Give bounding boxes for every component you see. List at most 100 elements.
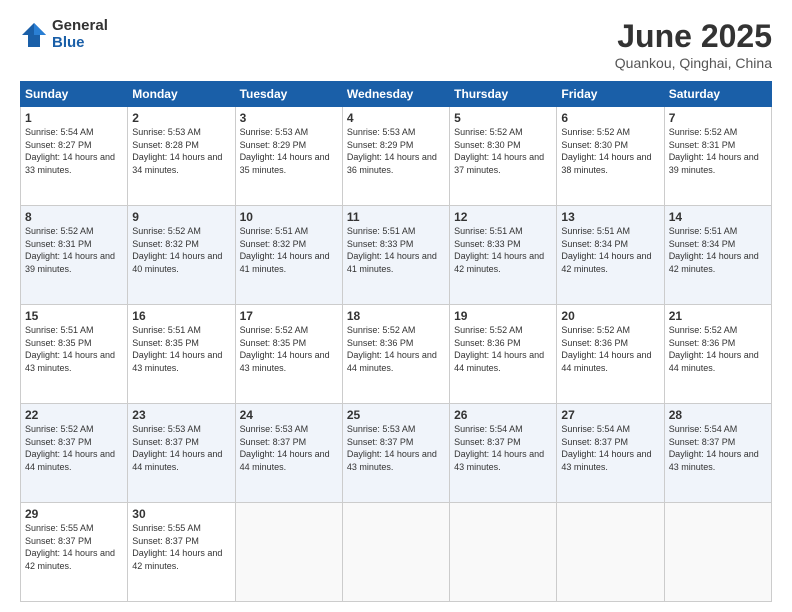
day-info: Sunrise: 5:52 AMSunset: 8:31 PMDaylight:…	[669, 127, 759, 175]
day-number: 5	[454, 111, 552, 125]
calendar-row: 8 Sunrise: 5:52 AMSunset: 8:31 PMDayligh…	[21, 206, 772, 305]
day-info: Sunrise: 5:52 AMSunset: 8:30 PMDaylight:…	[454, 127, 544, 175]
day-info: Sunrise: 5:52 AMSunset: 8:37 PMDaylight:…	[25, 424, 115, 472]
table-row	[450, 503, 557, 602]
table-row: 2 Sunrise: 5:53 AMSunset: 8:28 PMDayligh…	[128, 107, 235, 206]
day-number: 10	[240, 210, 338, 224]
day-info: Sunrise: 5:52 AMSunset: 8:36 PMDaylight:…	[669, 325, 759, 373]
table-row: 5 Sunrise: 5:52 AMSunset: 8:30 PMDayligh…	[450, 107, 557, 206]
day-info: Sunrise: 5:53 AMSunset: 8:37 PMDaylight:…	[347, 424, 437, 472]
header-tuesday: Tuesday	[235, 82, 342, 107]
day-number: 19	[454, 309, 552, 323]
day-number: 28	[669, 408, 767, 422]
day-info: Sunrise: 5:54 AMSunset: 8:27 PMDaylight:…	[25, 127, 115, 175]
table-row: 26 Sunrise: 5:54 AMSunset: 8:37 PMDaylig…	[450, 404, 557, 503]
logo-general: General	[52, 18, 108, 35]
day-info: Sunrise: 5:53 AMSunset: 8:29 PMDaylight:…	[240, 127, 330, 175]
header-wednesday: Wednesday	[342, 82, 449, 107]
table-row: 24 Sunrise: 5:53 AMSunset: 8:37 PMDaylig…	[235, 404, 342, 503]
day-info: Sunrise: 5:54 AMSunset: 8:37 PMDaylight:…	[669, 424, 759, 472]
header-row: Sunday Monday Tuesday Wednesday Thursday…	[21, 82, 772, 107]
table-row: 27 Sunrise: 5:54 AMSunset: 8:37 PMDaylig…	[557, 404, 664, 503]
table-row	[235, 503, 342, 602]
day-number: 7	[669, 111, 767, 125]
table-row: 11 Sunrise: 5:51 AMSunset: 8:33 PMDaylig…	[342, 206, 449, 305]
table-row: 13 Sunrise: 5:51 AMSunset: 8:34 PMDaylig…	[557, 206, 664, 305]
day-number: 27	[561, 408, 659, 422]
day-number: 14	[669, 210, 767, 224]
day-info: Sunrise: 5:55 AMSunset: 8:37 PMDaylight:…	[25, 523, 115, 571]
table-row	[664, 503, 771, 602]
day-info: Sunrise: 5:51 AMSunset: 8:34 PMDaylight:…	[669, 226, 759, 274]
table-row: 15 Sunrise: 5:51 AMSunset: 8:35 PMDaylig…	[21, 305, 128, 404]
subtitle: Quankou, Qinghai, China	[615, 55, 772, 71]
day-number: 23	[132, 408, 230, 422]
top-section: General Blue June 2025 Quankou, Qinghai,…	[20, 18, 772, 71]
header-thursday: Thursday	[450, 82, 557, 107]
day-number: 1	[25, 111, 123, 125]
table-row: 1 Sunrise: 5:54 AMSunset: 8:27 PMDayligh…	[21, 107, 128, 206]
day-number: 13	[561, 210, 659, 224]
calendar-row: 1 Sunrise: 5:54 AMSunset: 8:27 PMDayligh…	[21, 107, 772, 206]
day-number: 30	[132, 507, 230, 521]
logo-icon	[20, 21, 48, 49]
day-info: Sunrise: 5:52 AMSunset: 8:30 PMDaylight:…	[561, 127, 651, 175]
day-info: Sunrise: 5:51 AMSunset: 8:35 PMDaylight:…	[132, 325, 222, 373]
day-number: 29	[25, 507, 123, 521]
day-info: Sunrise: 5:53 AMSunset: 8:29 PMDaylight:…	[347, 127, 437, 175]
calendar-body: 1 Sunrise: 5:54 AMSunset: 8:27 PMDayligh…	[21, 107, 772, 602]
day-number: 26	[454, 408, 552, 422]
header-sunday: Sunday	[21, 82, 128, 107]
logo-text: General Blue	[52, 18, 108, 51]
day-info: Sunrise: 5:52 AMSunset: 8:36 PMDaylight:…	[561, 325, 651, 373]
day-number: 4	[347, 111, 445, 125]
table-row: 29 Sunrise: 5:55 AMSunset: 8:37 PMDaylig…	[21, 503, 128, 602]
day-number: 11	[347, 210, 445, 224]
calendar-header: Sunday Monday Tuesday Wednesday Thursday…	[21, 82, 772, 107]
day-number: 25	[347, 408, 445, 422]
table-row: 4 Sunrise: 5:53 AMSunset: 8:29 PMDayligh…	[342, 107, 449, 206]
table-row: 3 Sunrise: 5:53 AMSunset: 8:29 PMDayligh…	[235, 107, 342, 206]
day-info: Sunrise: 5:51 AMSunset: 8:32 PMDaylight:…	[240, 226, 330, 274]
day-info: Sunrise: 5:53 AMSunset: 8:37 PMDaylight:…	[240, 424, 330, 472]
table-row: 23 Sunrise: 5:53 AMSunset: 8:37 PMDaylig…	[128, 404, 235, 503]
calendar-row: 15 Sunrise: 5:51 AMSunset: 8:35 PMDaylig…	[21, 305, 772, 404]
day-number: 12	[454, 210, 552, 224]
table-row: 14 Sunrise: 5:51 AMSunset: 8:34 PMDaylig…	[664, 206, 771, 305]
calendar: Sunday Monday Tuesday Wednesday Thursday…	[20, 81, 772, 602]
logo-blue: Blue	[52, 35, 108, 52]
day-info: Sunrise: 5:52 AMSunset: 8:36 PMDaylight:…	[454, 325, 544, 373]
table-row: 6 Sunrise: 5:52 AMSunset: 8:30 PMDayligh…	[557, 107, 664, 206]
day-info: Sunrise: 5:53 AMSunset: 8:37 PMDaylight:…	[132, 424, 222, 472]
header-monday: Monday	[128, 82, 235, 107]
day-info: Sunrise: 5:51 AMSunset: 8:33 PMDaylight:…	[454, 226, 544, 274]
day-number: 16	[132, 309, 230, 323]
table-row: 25 Sunrise: 5:53 AMSunset: 8:37 PMDaylig…	[342, 404, 449, 503]
day-info: Sunrise: 5:53 AMSunset: 8:28 PMDaylight:…	[132, 127, 222, 175]
table-row: 18 Sunrise: 5:52 AMSunset: 8:36 PMDaylig…	[342, 305, 449, 404]
table-row: 12 Sunrise: 5:51 AMSunset: 8:33 PMDaylig…	[450, 206, 557, 305]
table-row	[342, 503, 449, 602]
day-number: 8	[25, 210, 123, 224]
table-row: 8 Sunrise: 5:52 AMSunset: 8:31 PMDayligh…	[21, 206, 128, 305]
table-row: 30 Sunrise: 5:55 AMSunset: 8:37 PMDaylig…	[128, 503, 235, 602]
title-section: June 2025 Quankou, Qinghai, China	[615, 18, 772, 71]
day-info: Sunrise: 5:51 AMSunset: 8:35 PMDaylight:…	[25, 325, 115, 373]
table-row: 9 Sunrise: 5:52 AMSunset: 8:32 PMDayligh…	[128, 206, 235, 305]
day-number: 24	[240, 408, 338, 422]
logo: General Blue	[20, 18, 108, 51]
day-number: 3	[240, 111, 338, 125]
table-row: 7 Sunrise: 5:52 AMSunset: 8:31 PMDayligh…	[664, 107, 771, 206]
day-number: 2	[132, 111, 230, 125]
day-info: Sunrise: 5:52 AMSunset: 8:31 PMDaylight:…	[25, 226, 115, 274]
table-row: 22 Sunrise: 5:52 AMSunset: 8:37 PMDaylig…	[21, 404, 128, 503]
table-row: 21 Sunrise: 5:52 AMSunset: 8:36 PMDaylig…	[664, 305, 771, 404]
day-number: 9	[132, 210, 230, 224]
table-row: 17 Sunrise: 5:52 AMSunset: 8:35 PMDaylig…	[235, 305, 342, 404]
header-saturday: Saturday	[664, 82, 771, 107]
header-friday: Friday	[557, 82, 664, 107]
table-row: 28 Sunrise: 5:54 AMSunset: 8:37 PMDaylig…	[664, 404, 771, 503]
day-info: Sunrise: 5:52 AMSunset: 8:35 PMDaylight:…	[240, 325, 330, 373]
day-number: 15	[25, 309, 123, 323]
day-number: 6	[561, 111, 659, 125]
